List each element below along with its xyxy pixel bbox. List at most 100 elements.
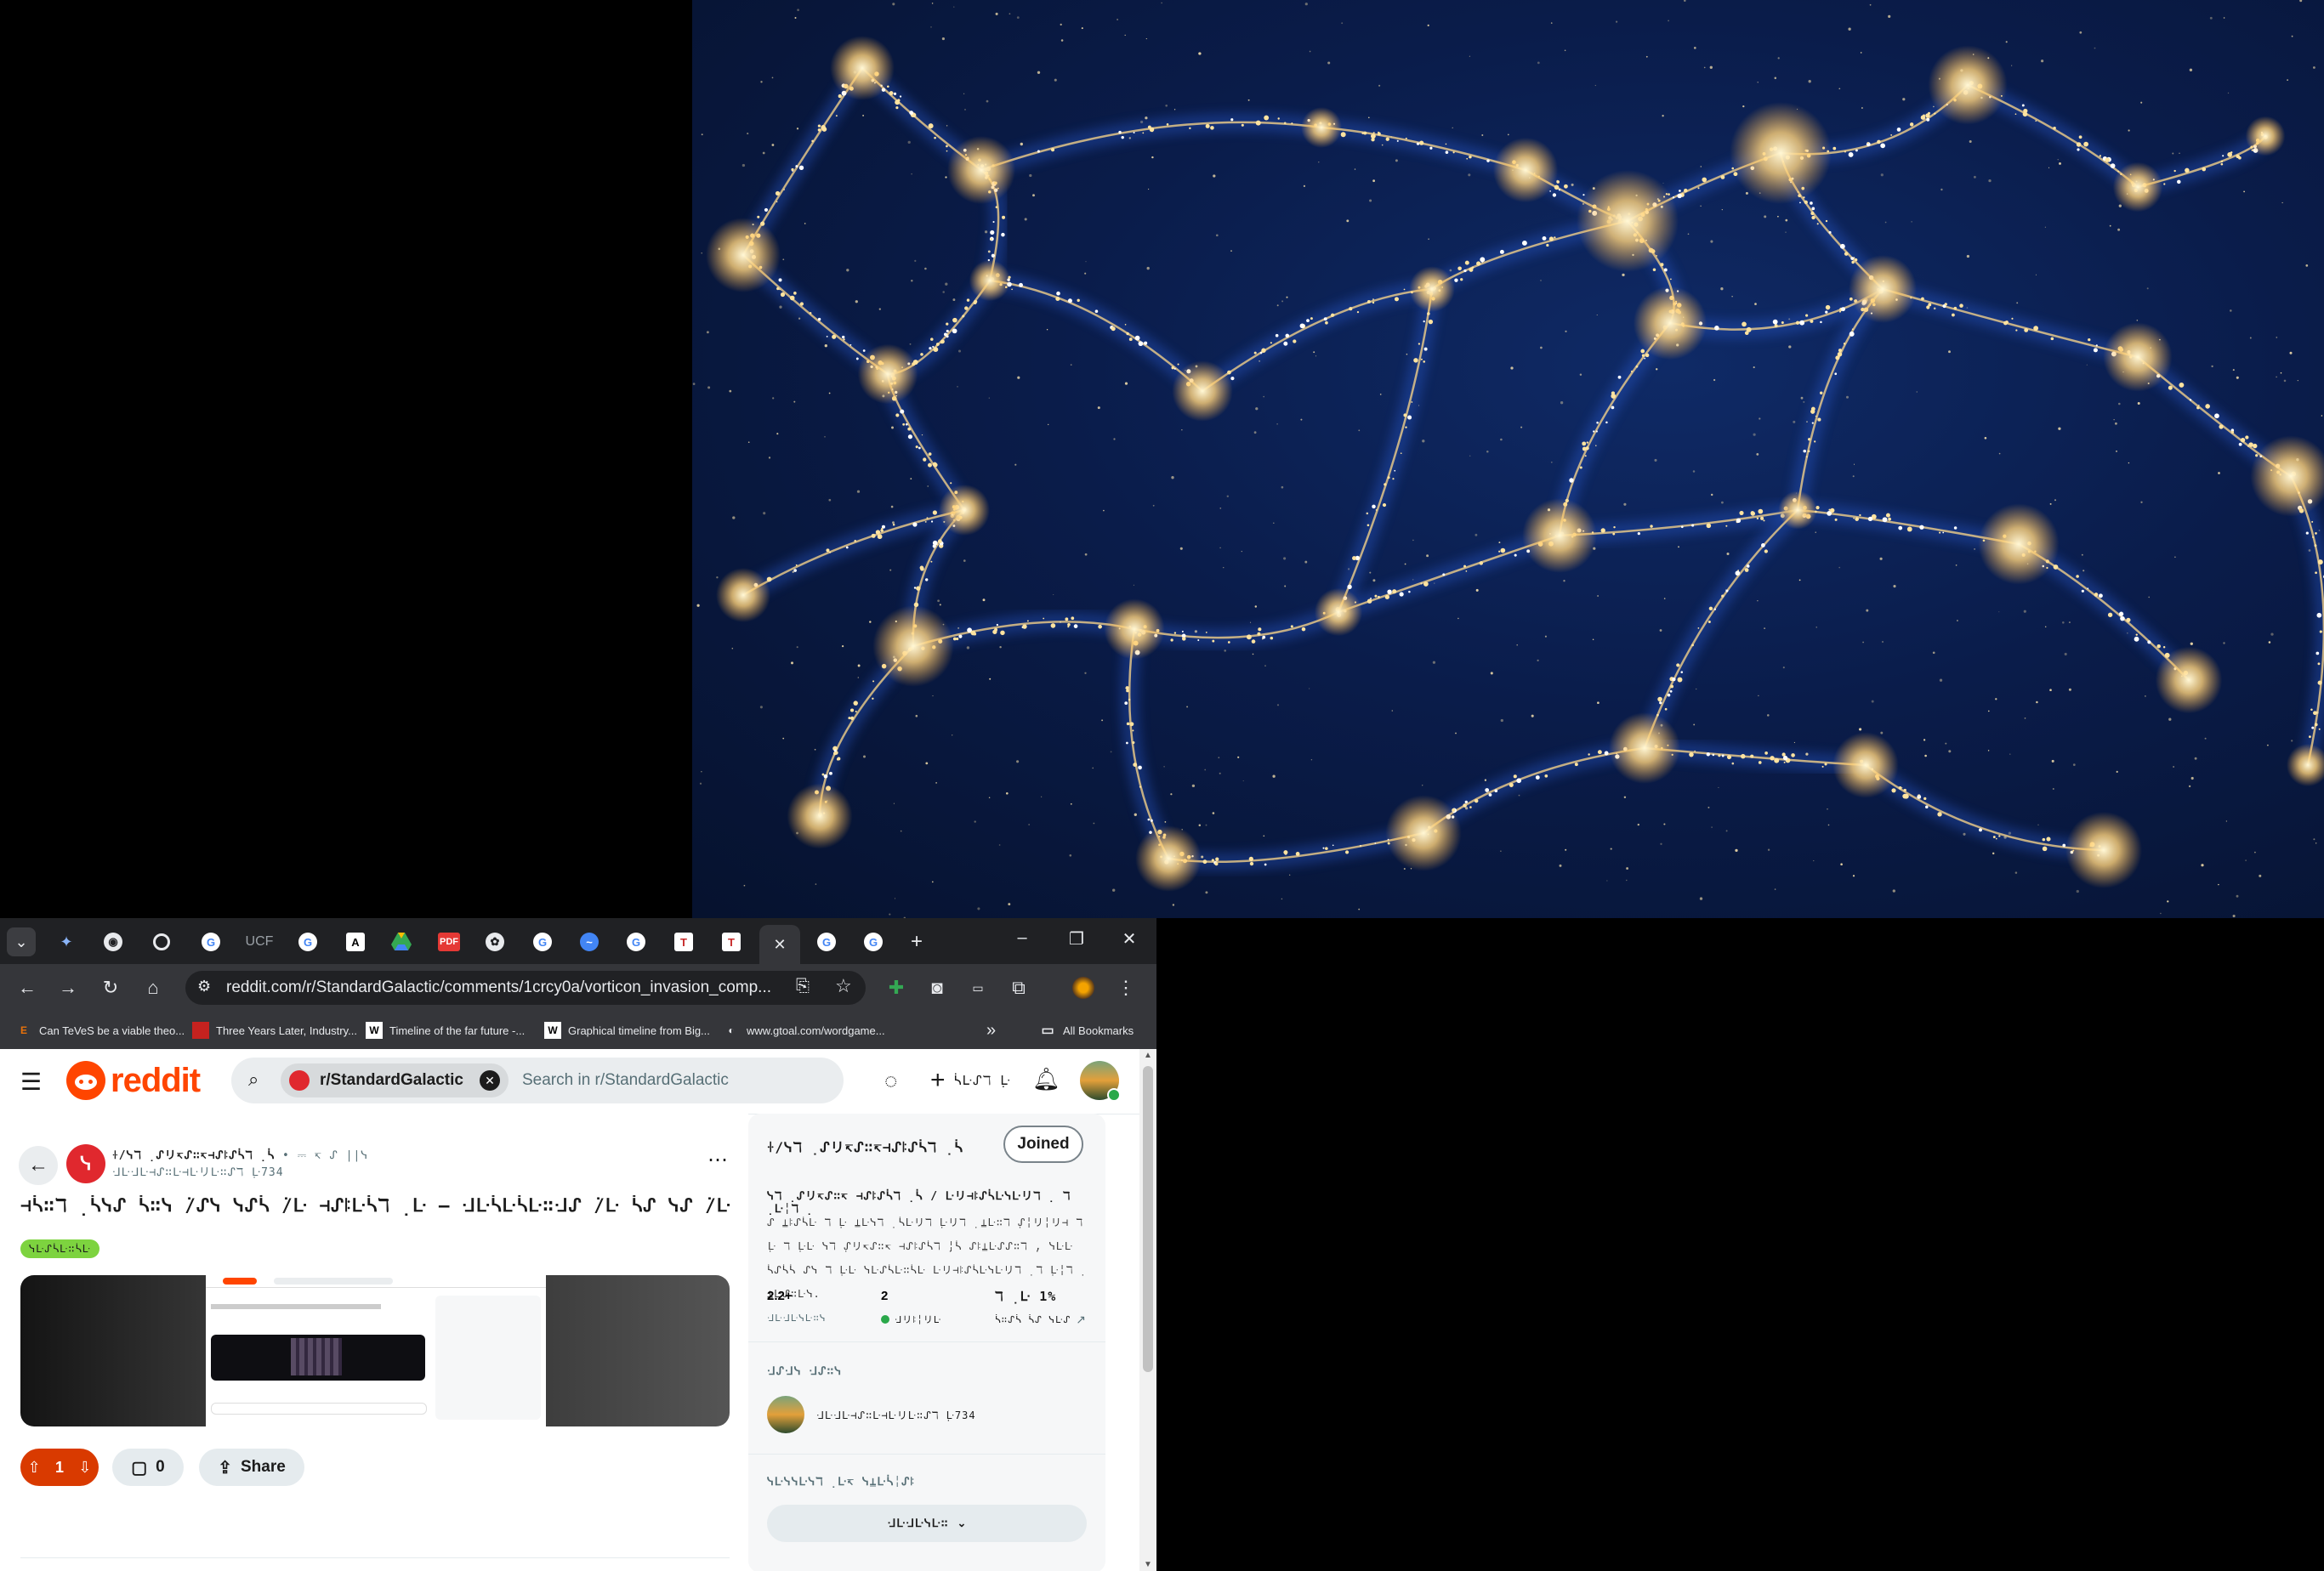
chrome-menu-icon[interactable]: ⋮ (1112, 974, 1139, 1001)
extensions-puzzle-icon[interactable]: ⧉ (1005, 974, 1032, 1001)
t-icon[interactable]: T (667, 927, 701, 957)
minimize-icon[interactable]: – (1005, 928, 1039, 948)
window-close-icon[interactable]: ✕ (1112, 928, 1146, 950)
bookmark-item[interactable]: E Can TeVeS be a viable theo... (15, 1020, 185, 1041)
reload-icon[interactable]: ↻ (97, 974, 124, 1001)
notification-bell-icon[interactable]: 🔔︎ (1032, 1066, 1060, 1092)
rank-label[interactable]: ᓵ∷ᔑᓵ ᓵᔑ ᓭᒷᔑ ↗ (995, 1313, 1086, 1327)
chat-icon[interactable]: ◌ (884, 1068, 897, 1094)
back-icon[interactable]: ← (14, 974, 41, 1001)
tab-search-icon[interactable]: ⌄ (7, 927, 36, 956)
tab-strip: ⌄ ✦ ◉ G UCF G A PDF ✿ G ~ G T T ✕ G G + … (0, 918, 1156, 964)
bookmark-item[interactable]: W Graphical timeline from Big... (544, 1020, 710, 1041)
forward-icon[interactable]: → (54, 974, 82, 1001)
subreddit-search-chip[interactable]: r/StandardGalactic ✕ (281, 1063, 509, 1097)
back-button[interactable]: ← (19, 1146, 58, 1185)
site-info-icon[interactable]: ⚙ (197, 978, 211, 995)
share-icon: ⇪ (218, 1458, 232, 1477)
subreddit-sidebar: ꖌ/ᓭℸ ̣ᔑリ↸ᔑ∷↸⊣ᔑꖎᔑᓵℸ ̣ᓵ Joined ᓭℸ ̣ᔑリ↸ᔑ∷↸ … (748, 1114, 1105, 1571)
drive-icon[interactable] (384, 927, 418, 957)
google-icon[interactable]: G (194, 927, 228, 957)
profile-icon[interactable] (1070, 974, 1097, 1001)
camera-icon[interactable]: ◙ (923, 974, 951, 1001)
divider (748, 1454, 1105, 1455)
comment-icon: ▢ (131, 1458, 148, 1477)
google-icon[interactable]: G (810, 927, 844, 957)
see-more-button[interactable]: ᒲᒷᒲᒷᓭᒷ∷ ⌄ (767, 1505, 1087, 1542)
downvote-icon[interactable]: ⇩ (78, 1459, 91, 1477)
moderator-avatar[interactable] (767, 1396, 804, 1433)
github-icon[interactable]: ◉ (96, 927, 130, 957)
pdf-icon[interactable]: PDF (432, 927, 466, 957)
folder-icon: ▭ (1041, 1024, 1054, 1038)
subreddit-icon[interactable]: ᓭ (66, 1144, 105, 1183)
url-text[interactable]: reddit.com/r/StandardGalactic/comments/1… (226, 978, 804, 997)
share-button[interactable]: ⇪ Share (199, 1449, 304, 1486)
reddit-logo[interactable]: reddit (66, 1061, 201, 1100)
bookmark-item[interactable]: ◐ www.gtoal.com/wordgame... (723, 1020, 884, 1041)
upvote-icon[interactable]: ⇧ (28, 1459, 41, 1477)
gemini-icon[interactable]: ✦ (49, 927, 83, 957)
post-flair[interactable]: ᓭᒷᔑᓵᒷ∷ᓵᒷ (20, 1239, 99, 1258)
google-icon[interactable]: G (526, 927, 560, 957)
close-icon[interactable]: ✕ (773, 936, 786, 954)
google-icon[interactable]: G (619, 927, 653, 957)
bookmark-item[interactable]: W Timeline of the far future -... (366, 1020, 525, 1041)
openai-icon[interactable]: ✿ (478, 927, 512, 957)
bookmark-e-icon: E (20, 1024, 27, 1036)
online-dot-icon (881, 1315, 889, 1324)
vote-count: 1 (54, 1458, 64, 1476)
comments-button[interactable]: ▢ 0 (112, 1449, 184, 1486)
moderators-heading: ᒲᔑᒲᓭ ᒲᔑ∷ᓭ (767, 1365, 843, 1378)
post-detail: ← ᓭ ꖌ/ᓭℸ ̣ᔑリ↸ᔑ∷↸⊣ᔑꖎᔑᓵℸ ̣ᓵ • ⎓ ↸ ᔑ ||ᓭ ᒲᒷ… (0, 1114, 748, 1571)
user-avatar[interactable] (1080, 1061, 1121, 1102)
active-tab[interactable]: ✕ (759, 925, 800, 964)
chip-clear-icon[interactable]: ✕ (480, 1070, 500, 1091)
vote-control: ⇧ 1 ⇩ (20, 1449, 99, 1486)
hamburger-menu-icon[interactable]: ☰ (20, 1068, 42, 1096)
divider (748, 1341, 1105, 1342)
bookmark-item[interactable]: Three Years Later, Industry... (192, 1020, 357, 1041)
extension-green-icon[interactable]: ✚ (883, 974, 910, 1001)
extension-cc-icon[interactable]: ▭ (964, 974, 992, 1001)
browser-window: ⌄ ✦ ◉ G UCF G A PDF ✿ G ~ G T T ✕ G G + … (0, 918, 1156, 1571)
cosmic-web-image (692, 0, 2324, 918)
install-app-icon[interactable]: ⎘ (796, 977, 810, 996)
bookmarks-overflow-icon[interactable]: » (986, 1020, 996, 1041)
page-scrollbar[interactable]: ▲ ▼ (1139, 1049, 1156, 1571)
external-link-icon: ↗ (1076, 1313, 1087, 1326)
post-time: • ⎓ ↸ ᔑ ||ᓭ (282, 1149, 369, 1162)
browser-toolbar: ← → ↻ ⌂ ⚙ reddit.com/r/StandardGalactic/… (0, 964, 1156, 1012)
joined-button[interactable]: Joined (1003, 1126, 1083, 1163)
ucf-icon[interactable]: UCF (242, 927, 276, 957)
online-label: ᒲリꖎ╎リᒷ (881, 1313, 941, 1326)
google-icon[interactable]: G (856, 927, 890, 957)
a-icon[interactable]: A (338, 927, 372, 957)
create-post-button[interactable]: + ᓵᒷᔑℸ ̣ᒷ (930, 1066, 1011, 1095)
moderator-username[interactable]: ᒲᒷᒲᒷ⊣ᔑ∷ᒷ⊣ᒷリᒷ∷ᔑℸ ̣ᒷ734 (816, 1408, 976, 1422)
google-icon[interactable]: G (291, 927, 325, 957)
scroll-down-arrow-icon[interactable]: ▼ (1144, 1560, 1152, 1569)
reddit-search-bar[interactable]: ⌕ r/StandardGalactic ✕ Search in r/Stand… (231, 1058, 844, 1103)
restore-icon[interactable]: ❐ (1060, 928, 1094, 950)
search-placeholder: Search in r/StandardGalactic (522, 1071, 729, 1089)
members-label: ᒲᒷᒲᒷᓭᒷ∷ᓭ (767, 1313, 827, 1324)
post-author[interactable]: ᒲᒷᒲᒷ⊣ᔑ∷ᒷ⊣ᒷリᒷ∷ᔑℸ ̣ᒷ734 (112, 1163, 284, 1179)
post-subreddit-link[interactable]: ꖌ/ᓭℸ ̣ᔑリ↸ᔑ∷↸⊣ᔑꖎᔑᓵℸ ̣ᓵ (112, 1149, 275, 1162)
divider (20, 1557, 730, 1558)
more-options-icon[interactable]: ⋯ (707, 1148, 728, 1172)
scroll-up-arrow-icon[interactable]: ▲ (1144, 1051, 1152, 1060)
wave-icon[interactable]: ~ (572, 927, 606, 957)
reddit-snoo-icon (66, 1061, 105, 1100)
t-icon[interactable]: T (714, 927, 748, 957)
chrome-icon[interactable] (145, 927, 179, 957)
bookmark-star-icon[interactable]: ☆ (835, 975, 852, 997)
embedded-screenshot (206, 1275, 546, 1426)
address-bar[interactable]: ⚙ reddit.com/r/StandardGalactic/comments… (185, 971, 866, 1005)
members-count: 2.2+ (767, 1289, 793, 1303)
post-image[interactable] (20, 1275, 730, 1426)
all-bookmarks[interactable]: ▭ All Bookmarks (1039, 1020, 1134, 1041)
new-tab-icon[interactable]: + (900, 927, 934, 957)
scrollbar-thumb[interactable] (1143, 1066, 1153, 1372)
home-icon[interactable]: ⌂ (139, 974, 167, 1001)
